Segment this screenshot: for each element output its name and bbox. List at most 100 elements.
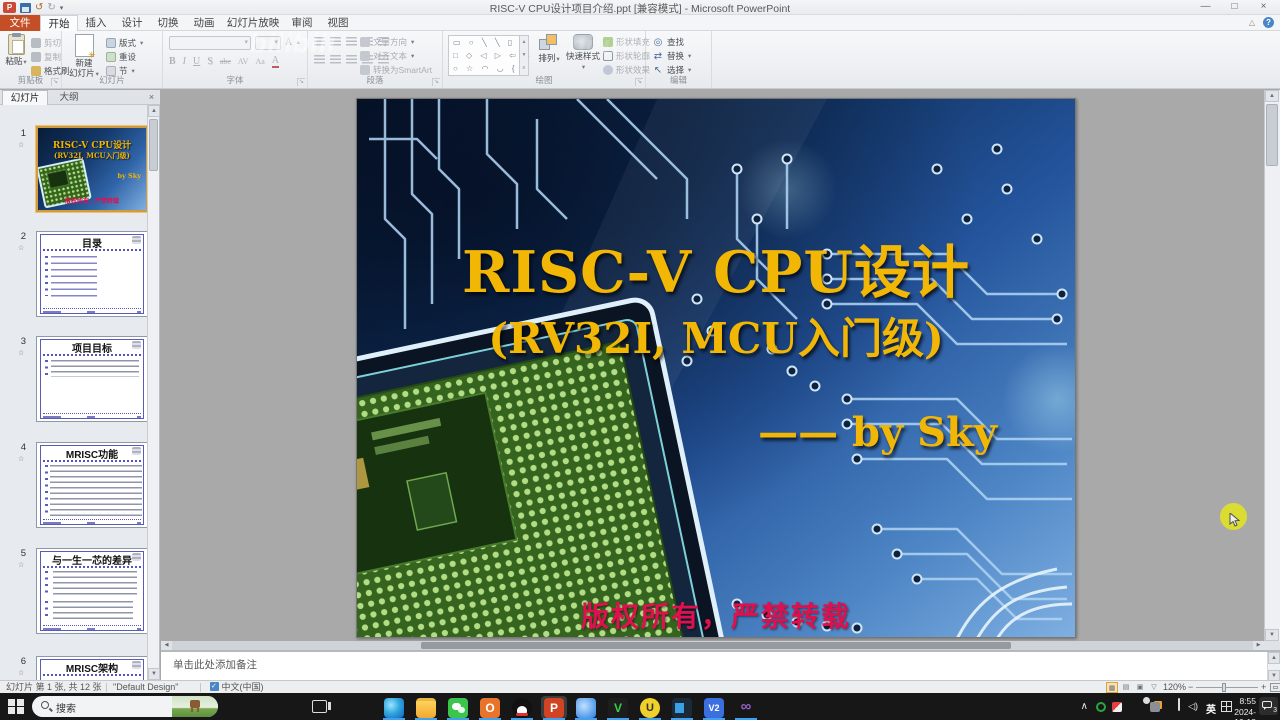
collapse-ribbon-icon[interactable]: △ [1249,18,1255,27]
slide-sorter-view-button[interactable]: ▤ [1120,682,1132,693]
scroll-left-icon[interactable]: ◀ [161,641,172,650]
scroll-right-icon[interactable]: ▶ [1253,641,1264,650]
shape-outline-button[interactable]: 形状轮廓 [603,50,650,62]
shapes-row-1[interactable]: ▭ ○ ╲ ╲ ▯ △ [449,36,527,49]
find-button[interactable]: ◎ 查找 [652,36,684,48]
quick-styles-button[interactable]: 快速样式▾ [565,34,601,73]
tab-insert[interactable]: 插入 [78,15,114,31]
search-highlight-image[interactable] [172,696,218,717]
text-direction-button[interactable]: 文字方向 ▾ [360,36,414,48]
zoom-slider[interactable] [1196,687,1258,688]
wechat-icon[interactable] [448,698,468,718]
task-view-icon[interactable] [312,700,331,713]
paragraph-dialog-launcher[interactable]: ↘ [432,78,440,86]
slide-title[interactable]: RISC-V CPU设计 [357,227,1075,309]
notification-center-icon[interactable]: 3 [1259,697,1278,715]
slide-thumbnail-3[interactable]: 项目目标 [36,336,148,422]
tab-transitions[interactable]: 切换 [150,15,186,31]
tab-home[interactable]: 开始 [40,15,78,31]
clipboard-dialog-launcher[interactable]: ↘ [51,78,59,86]
clock[interactable]: 8:55 2024-10-18 [1234,696,1256,720]
qq-icon[interactable] [512,698,532,718]
scroll-thumb[interactable] [1266,104,1278,166]
yellow-u-app-icon[interactable]: U [640,698,660,718]
tab-design[interactable]: 设计 [114,15,150,31]
copy-button[interactable]: 复制 [31,51,61,63]
ime-language-indicator[interactable]: 英 [1206,701,1216,716]
tab-view[interactable]: 视图 [320,15,356,31]
maximize-button[interactable]: □ [1220,0,1249,14]
replace-button[interactable]: ⇄ 替换 ▾ [652,50,691,62]
normal-view-button[interactable]: ▦ [1106,682,1118,693]
tray-chevron-icon[interactable]: ∧ [1081,701,1088,712]
tab-outline-pane[interactable]: 大纲 [49,90,89,105]
slide-byline[interactable]: —— by Sky [758,409,997,456]
tab-slideshow[interactable]: 幻灯片放映 [222,15,284,31]
notes-pane[interactable]: 单击此处添加备注 ▲ ▼ [161,650,1280,682]
grow-font-icon[interactable]: A ▲ [285,37,301,48]
slide-copyright[interactable]: 版权所有，严禁转载 [357,595,1075,635]
tab-review[interactable]: 审阅 [284,15,320,31]
slide-thumbnail-1[interactable]: RISC-V CPU设计 (RV32I, MCU入门级) by Sky 版权所有… [36,126,148,212]
notes-scrollbar[interactable]: ▲ ▼ [1267,652,1280,682]
slide-editor[interactable]: RISC-V CPU设计 (RV32I, MCU入门级) —— by Sky 版… [356,98,1076,638]
powerpoint-taskbar-icon[interactable]: P [544,698,564,718]
tray-screenshot-icon[interactable] [1150,702,1160,712]
font-dialog-launcher[interactable]: ↘ [297,78,305,86]
edge-icon[interactable] [384,698,404,718]
reading-view-button[interactable]: ▣ [1134,682,1146,693]
scroll-down-icon[interactable]: ▼ [1265,629,1279,641]
vertical-scrollbar[interactable]: ▲ ▼ [1264,90,1280,641]
dark-app-icon[interactable] [672,698,692,718]
layout-button[interactable]: 版式 ▾ [106,37,143,49]
help-icon[interactable]: ? [1263,17,1274,28]
tray-red-app-icon[interactable] [1112,702,1122,712]
align-text-button[interactable]: 对齐文本 ▾ [360,50,414,62]
font-style-icons[interactable]: B I U S abc AV Aa A [169,55,280,68]
tab-slides-pane[interactable]: 幻灯片 [2,90,48,105]
tab-file[interactable]: 文件 [0,15,40,31]
scroll-up-icon[interactable]: ▲ [1265,90,1279,102]
cut-button[interactable]: 剪切 [31,37,61,49]
slideshow-view-button[interactable]: ▽ [1148,682,1160,693]
slide-thumbnail-6[interactable]: MRISC架构 [36,656,148,680]
tray-display-icon[interactable] [1178,698,1180,711]
v2-app-icon[interactable]: V2 [704,698,724,718]
search-box[interactable]: 搜索 [32,696,218,717]
close-button[interactable]: × [1249,0,1278,14]
horizontal-scrollbar[interactable]: ◀ ▶ [161,641,1264,650]
slide-thumbnail-2[interactable]: 目录 [36,231,148,317]
notes-placeholder[interactable]: 单击此处添加备注 [173,657,257,672]
fit-to-window-button[interactable] [1270,683,1280,692]
panel-scroll-up-icon[interactable]: ▲ [148,105,160,117]
minimize-button[interactable]: — [1191,0,1220,14]
drawing-dialog-launcher[interactable]: ↘ [635,78,643,86]
slide-thumbnail-4[interactable]: MRISC功能 [36,442,148,528]
slide-subtitle[interactable]: (RV32I, MCU入门级) [357,305,1075,366]
shapes-gallery-scroll[interactable]: ▲ ▼ ≡ [520,35,529,76]
visual-studio-icon[interactable]: ∞ [736,698,756,718]
ime-grid-icon[interactable] [1221,701,1232,712]
zoom-slider-thumb[interactable] [1222,683,1226,692]
file-explorer-icon[interactable] [416,698,436,718]
orange-o-app-icon[interactable]: O [480,698,500,718]
shapes-gallery[interactable]: ▭ ○ ╲ ╲ ▯ △ □ ◇ ◁ ▷ ⇦ ⇩ ○ ☆ ◠ ◡ { } [448,35,531,76]
tray-green-app-icon[interactable] [1096,702,1106,712]
shape-fill-button[interactable]: 形状填充 [603,36,650,48]
panel-scroll-thumb[interactable] [149,119,158,171]
tray-volume-icon[interactable]: ◁) [1188,701,1198,712]
arrange-button[interactable]: 排列▾ [535,34,563,65]
hscroll-thumb[interactable] [421,642,1011,649]
slide-thumbnail-5[interactable]: 与一生一芯的差异 [36,548,148,634]
panel-scroll-down-icon[interactable]: ▼ [148,668,160,680]
close-pane-icon[interactable]: × [145,91,158,104]
reset-button[interactable]: 重设 [106,51,136,63]
green-v-app-icon[interactable]: V [608,698,628,718]
start-button[interactable] [8,699,24,714]
notes-scroll-up-icon[interactable]: ▲ [1268,652,1280,664]
cloud-drive-icon[interactable] [576,698,596,718]
paste-button[interactable]: 粘贴▾ [3,33,29,68]
panel-scrollbar[interactable]: ▲ ▼ [147,105,160,680]
tab-animations[interactable]: 动画 [186,15,222,31]
font-name-box[interactable] [169,36,251,50]
